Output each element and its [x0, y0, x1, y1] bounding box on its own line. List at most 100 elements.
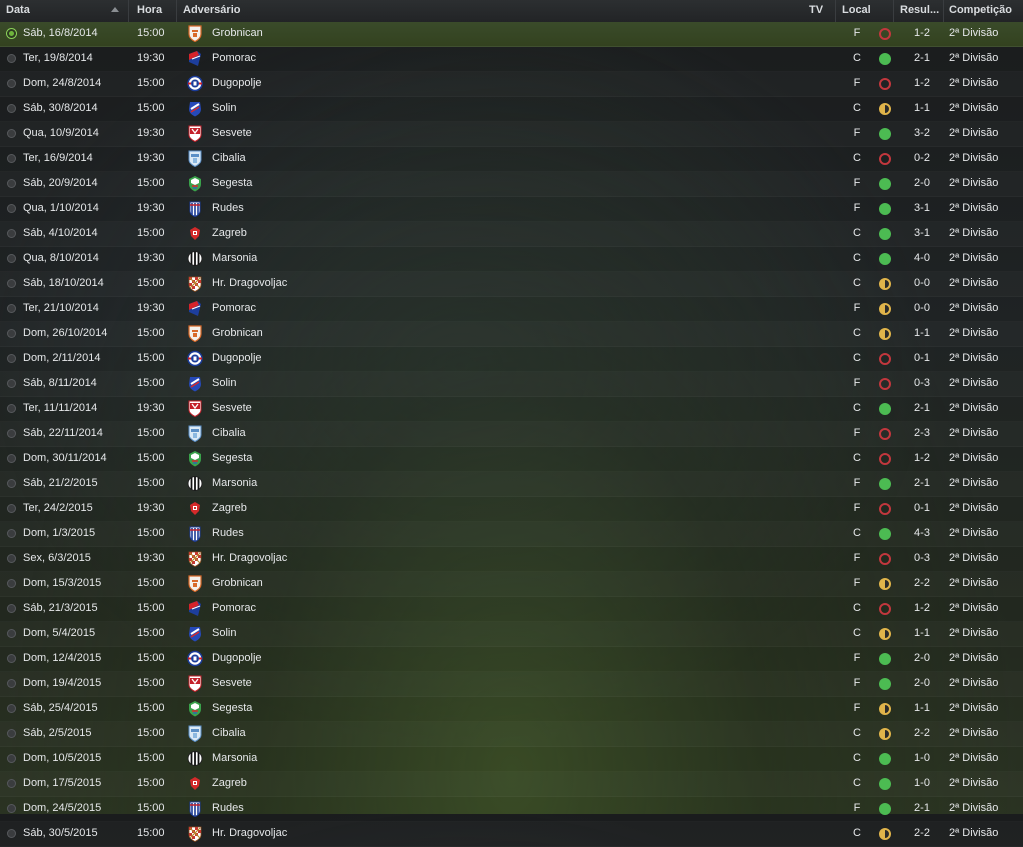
- competition-name[interactable]: 2ª Divisão: [949, 52, 998, 64]
- row-select-radio[interactable]: [7, 404, 16, 413]
- opponent-name-link[interactable]: Sesvete: [212, 402, 252, 414]
- column-header-time[interactable]: Hora: [137, 4, 162, 16]
- column-header-tv[interactable]: TV: [809, 4, 823, 16]
- table-row[interactable]: Dom, 24/8/2014 15:00 Dugopolje F 1-2 2ª Divis…: [0, 72, 1023, 97]
- opponent-name-link[interactable]: Zagreb: [212, 227, 247, 239]
- table-row[interactable]: Dom, 17/5/2015 15:00 Zagreb C 1-0 2ª Divisão: [0, 772, 1023, 797]
- table-row[interactable]: Dom, 1/3/2015 15:00 Rudes C 4-3 2ª Divisão: [0, 522, 1023, 547]
- table-row[interactable]: Ter, 21/10/2014 19:30 Pomorac F 0-0 2ª Divisã…: [0, 297, 1023, 322]
- row-select-radio[interactable]: [7, 154, 16, 163]
- match-score[interactable]: 1-0: [905, 752, 939, 764]
- match-score[interactable]: 2-1: [905, 477, 939, 489]
- opponent-name-link[interactable]: Cibalia: [212, 727, 246, 739]
- opponent-name-link[interactable]: Segesta: [212, 177, 252, 189]
- match-score[interactable]: 2-2: [905, 727, 939, 739]
- competition-name[interactable]: 2ª Divisão: [949, 427, 998, 439]
- competition-name[interactable]: 2ª Divisão: [949, 177, 998, 189]
- column-divider[interactable]: [835, 0, 836, 22]
- table-row[interactable]: Sáb, 22/11/2014 15:00 Cibalia F 2-3 2ª Divisã…: [0, 422, 1023, 447]
- match-score[interactable]: 1-1: [905, 702, 939, 714]
- column-divider[interactable]: [128, 0, 129, 22]
- competition-name[interactable]: 2ª Divisão: [949, 702, 998, 714]
- table-row[interactable]: Dom, 24/5/2015 15:00 Rudes F 2-1 2ª Divisão: [0, 797, 1023, 822]
- match-score[interactable]: 0-1: [905, 502, 939, 514]
- row-select-radio[interactable]: [7, 79, 16, 88]
- sort-ascending-icon[interactable]: [111, 7, 119, 12]
- row-select-radio[interactable]: [7, 104, 16, 113]
- competition-name[interactable]: 2ª Divisão: [949, 552, 998, 564]
- competition-name[interactable]: 2ª Divisão: [949, 677, 998, 689]
- match-score[interactable]: 2-0: [905, 677, 939, 689]
- competition-name[interactable]: 2ª Divisão: [949, 627, 998, 639]
- opponent-name-link[interactable]: Dugopolje: [212, 77, 262, 89]
- opponent-name-link[interactable]: Zagreb: [212, 777, 247, 789]
- match-score[interactable]: 0-0: [905, 302, 939, 314]
- row-select-radio[interactable]: [7, 129, 16, 138]
- row-select-radio[interactable]: [7, 254, 16, 263]
- competition-name[interactable]: 2ª Divisão: [949, 602, 998, 614]
- row-select-radio[interactable]: [7, 504, 16, 513]
- opponent-name-link[interactable]: Solin: [212, 627, 236, 639]
- match-score[interactable]: 0-1: [905, 352, 939, 364]
- column-divider[interactable]: [943, 0, 944, 22]
- table-row[interactable]: Dom, 2/11/2014 15:00 Dugopolje C 0-1 2ª Divis…: [0, 347, 1023, 372]
- match-score[interactable]: 1-1: [905, 627, 939, 639]
- opponent-name-link[interactable]: Pomorac: [212, 52, 256, 64]
- match-score[interactable]: 2-2: [905, 577, 939, 589]
- match-score[interactable]: 1-2: [905, 77, 939, 89]
- opponent-name-link[interactable]: Cibalia: [212, 427, 246, 439]
- table-row[interactable]: Dom, 15/3/2015 15:00 Grobnican F 2-2 2ª Divis…: [0, 572, 1023, 597]
- competition-name[interactable]: 2ª Divisão: [949, 77, 998, 89]
- competition-name[interactable]: 2ª Divisão: [949, 277, 998, 289]
- table-row[interactable]: Dom, 30/11/2014 15:00 Segesta C 1-2 2ª Divisã…: [0, 447, 1023, 472]
- table-row[interactable]: Ter, 16/9/2014 19:30 Cibalia C 0-2 2ª Divisão: [0, 147, 1023, 172]
- competition-name[interactable]: 2ª Divisão: [949, 452, 998, 464]
- table-row[interactable]: Ter, 24/2/2015 19:30 Zagreb F 0-1 2ª Divisão: [0, 497, 1023, 522]
- competition-name[interactable]: 2ª Divisão: [949, 302, 998, 314]
- match-score[interactable]: 2-2: [905, 827, 939, 839]
- row-select-radio[interactable]: [7, 329, 16, 338]
- match-score[interactable]: 1-0: [905, 777, 939, 789]
- competition-name[interactable]: 2ª Divisão: [949, 252, 998, 264]
- table-row[interactable]: Sáb, 16/8/2014 15:00 Grobnican F 1-2 2ª Divis…: [0, 22, 1023, 47]
- table-row[interactable]: Ter, 19/8/2014 19:30 Pomorac C 2-1 2ª Divisão: [0, 47, 1023, 72]
- row-select-radio[interactable]: [7, 579, 16, 588]
- match-score[interactable]: 1-2: [905, 452, 939, 464]
- row-select-radio[interactable]: [7, 479, 16, 488]
- table-row[interactable]: Sáb, 30/5/2015 15:00 Hr. Dragovoljac C 2-2 2ª…: [0, 822, 1023, 847]
- column-header-result[interactable]: Resul...: [900, 4, 939, 16]
- opponent-name-link[interactable]: Rudes: [212, 527, 244, 539]
- competition-name[interactable]: 2ª Divisão: [949, 127, 998, 139]
- row-select-radio[interactable]: [7, 604, 16, 613]
- match-score[interactable]: 1-2: [905, 27, 939, 39]
- opponent-name-link[interactable]: Pomorac: [212, 602, 256, 614]
- opponent-name-link[interactable]: Sesvete: [212, 127, 252, 139]
- opponent-name-link[interactable]: Hr. Dragovoljac: [212, 277, 287, 289]
- match-score[interactable]: 1-1: [905, 102, 939, 114]
- match-score[interactable]: 3-2: [905, 127, 939, 139]
- table-row[interactable]: Sáb, 4/10/2014 15:00 Zagreb C 3-1 2ª Divisão: [0, 222, 1023, 247]
- column-header-opponent[interactable]: Adversário: [183, 4, 240, 16]
- competition-name[interactable]: 2ª Divisão: [949, 502, 998, 514]
- match-score[interactable]: 2-1: [905, 802, 939, 814]
- opponent-name-link[interactable]: Dugopolje: [212, 352, 262, 364]
- match-score[interactable]: 3-1: [905, 227, 939, 239]
- row-select-radio[interactable]: [7, 829, 16, 838]
- opponent-name-link[interactable]: Cibalia: [212, 152, 246, 164]
- table-row[interactable]: Sáb, 30/8/2014 15:00 Solin C 1-1 2ª Divisão: [0, 97, 1023, 122]
- row-select-radio[interactable]: [7, 429, 16, 438]
- match-score[interactable]: 2-1: [905, 52, 939, 64]
- row-select-radio[interactable]: [7, 679, 16, 688]
- opponent-name-link[interactable]: Solin: [212, 377, 236, 389]
- competition-name[interactable]: 2ª Divisão: [949, 27, 998, 39]
- opponent-name-link[interactable]: Grobnican: [212, 327, 263, 339]
- match-score[interactable]: 4-3: [905, 527, 939, 539]
- row-select-radio[interactable]: [7, 779, 16, 788]
- row-select-radio[interactable]: [7, 629, 16, 638]
- table-row[interactable]: Ter, 11/11/2014 19:30 Sesvete C 2-1 2ª Divisã…: [0, 397, 1023, 422]
- opponent-name-link[interactable]: Marsonia: [212, 252, 257, 264]
- match-score[interactable]: 0-3: [905, 377, 939, 389]
- row-select-radio[interactable]: [7, 704, 16, 713]
- competition-name[interactable]: 2ª Divisão: [949, 827, 998, 839]
- opponent-name-link[interactable]: Segesta: [212, 452, 252, 464]
